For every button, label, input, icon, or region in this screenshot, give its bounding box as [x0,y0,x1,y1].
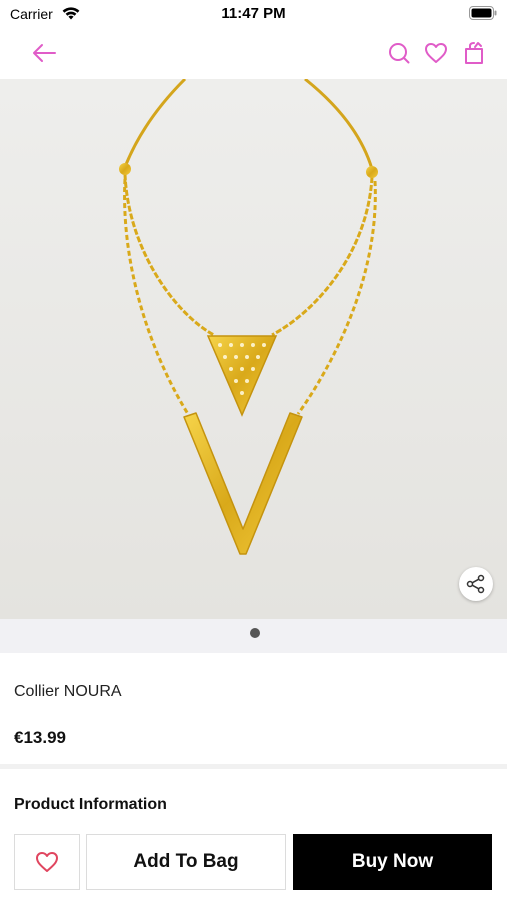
product-name: Collier NOURA [14,683,122,700]
search-icon [389,43,410,64]
battery-icon [469,6,497,20]
status-time: 11:47 PM [221,5,286,22]
bag-button[interactable] [459,38,489,68]
heart-icon [36,852,58,872]
product-price: €13.99 [14,728,66,747]
add-to-bag-button[interactable]: Add To Bag [86,834,286,890]
share-icon [466,574,485,594]
wishlist-button[interactable] [421,38,451,68]
pager-dot-active[interactable] [250,628,260,638]
shopping-bag-icon [465,42,483,64]
section-divider [0,764,507,769]
image-pager [0,619,507,653]
heart-icon [425,43,447,63]
product-information-heading[interactable]: Product Information [14,796,167,814]
product-image-gallery[interactable] [0,79,507,619]
search-button[interactable] [384,38,414,68]
product-image [0,79,507,619]
share-button[interactable] [459,567,493,601]
buy-now-button[interactable]: Buy Now [293,834,492,890]
status-bar: Carrier 11:47 PM [0,0,507,28]
navigation-bar [0,28,507,78]
back-button[interactable] [29,38,59,68]
bottom-action-bar: Add To Bag Buy Now [0,830,507,892]
add-to-wishlist-button[interactable] [14,834,80,890]
arrow-left-icon [33,44,56,62]
